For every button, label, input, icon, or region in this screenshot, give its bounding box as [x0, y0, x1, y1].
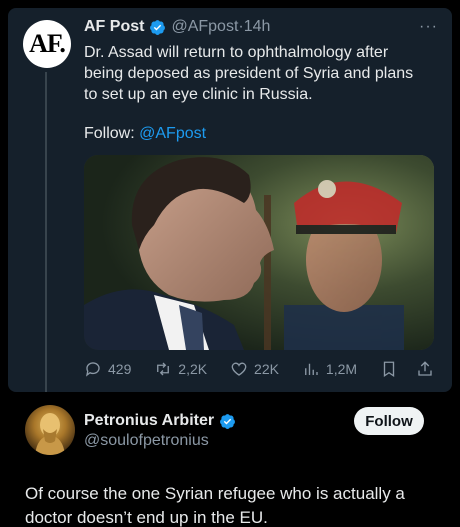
post-photo[interactable]: [84, 155, 434, 350]
repost-icon: [157, 362, 170, 376]
post-actions-right: [380, 360, 434, 378]
post-photo-illustration: [84, 155, 434, 350]
like-count: 22K: [254, 361, 279, 377]
repost-button[interactable]: 2,2K: [154, 360, 207, 378]
post-text: Dr. Assad will return to ophthalmology a…: [84, 44, 414, 103]
post-header: AF Post @AFpost · 14h: [84, 18, 438, 36]
more-options-icon[interactable]: ···: [419, 18, 438, 36]
reply-text: Of course the one Syrian refugee who is …: [25, 484, 405, 527]
like-button[interactable]: 22K: [230, 360, 279, 378]
petronius-avatar-image: [35, 413, 65, 455]
views-chart-icon: [304, 363, 318, 375]
reply-author-handle[interactable]: @soulofpetronius: [84, 432, 209, 450]
reply-button[interactable]: 429: [84, 360, 131, 378]
post-author-handle[interactable]: @AFpost: [171, 18, 238, 36]
follow-button[interactable]: Follow: [354, 407, 424, 435]
verified-badge-icon: [150, 19, 166, 35]
views-button[interactable]: 1,2M: [302, 360, 357, 378]
follow-prefix: Follow:: [84, 125, 140, 142]
post-time[interactable]: 14h: [244, 18, 271, 36]
repost-count: 2,2K: [178, 361, 208, 377]
petronius-avatar[interactable]: [25, 405, 75, 455]
heart-icon: [231, 362, 247, 376]
follow-handle-link[interactable]: @AFpost: [139, 125, 206, 142]
reply-author-name[interactable]: Petronius Arbiter: [84, 412, 214, 430]
share-button[interactable]: [416, 360, 434, 378]
reply-icon: [85, 362, 100, 377]
reply-author-row: Petronius Arbiter: [84, 412, 241, 430]
thread-line: [45, 72, 47, 402]
post-author-name[interactable]: AF Post: [84, 18, 144, 36]
follow-line: Follow: @AFpost: [84, 125, 206, 143]
share-icon: [418, 361, 432, 376]
bookmark-icon: [383, 361, 395, 378]
reply-count: 429: [108, 361, 132, 377]
af-post-avatar[interactable]: AF.: [23, 20, 71, 68]
avatar-logo-text: AF.: [29, 29, 66, 58]
views-count: 1,2M: [325, 361, 358, 377]
post-actions-bar: 429 2,2K 22K 1,2M: [84, 360, 434, 378]
bookmark-button[interactable]: [380, 360, 398, 378]
verified-badge-icon: [220, 413, 236, 429]
reply-section: Petronius Arbiter @soulofpetronius Follo…: [0, 392, 460, 527]
